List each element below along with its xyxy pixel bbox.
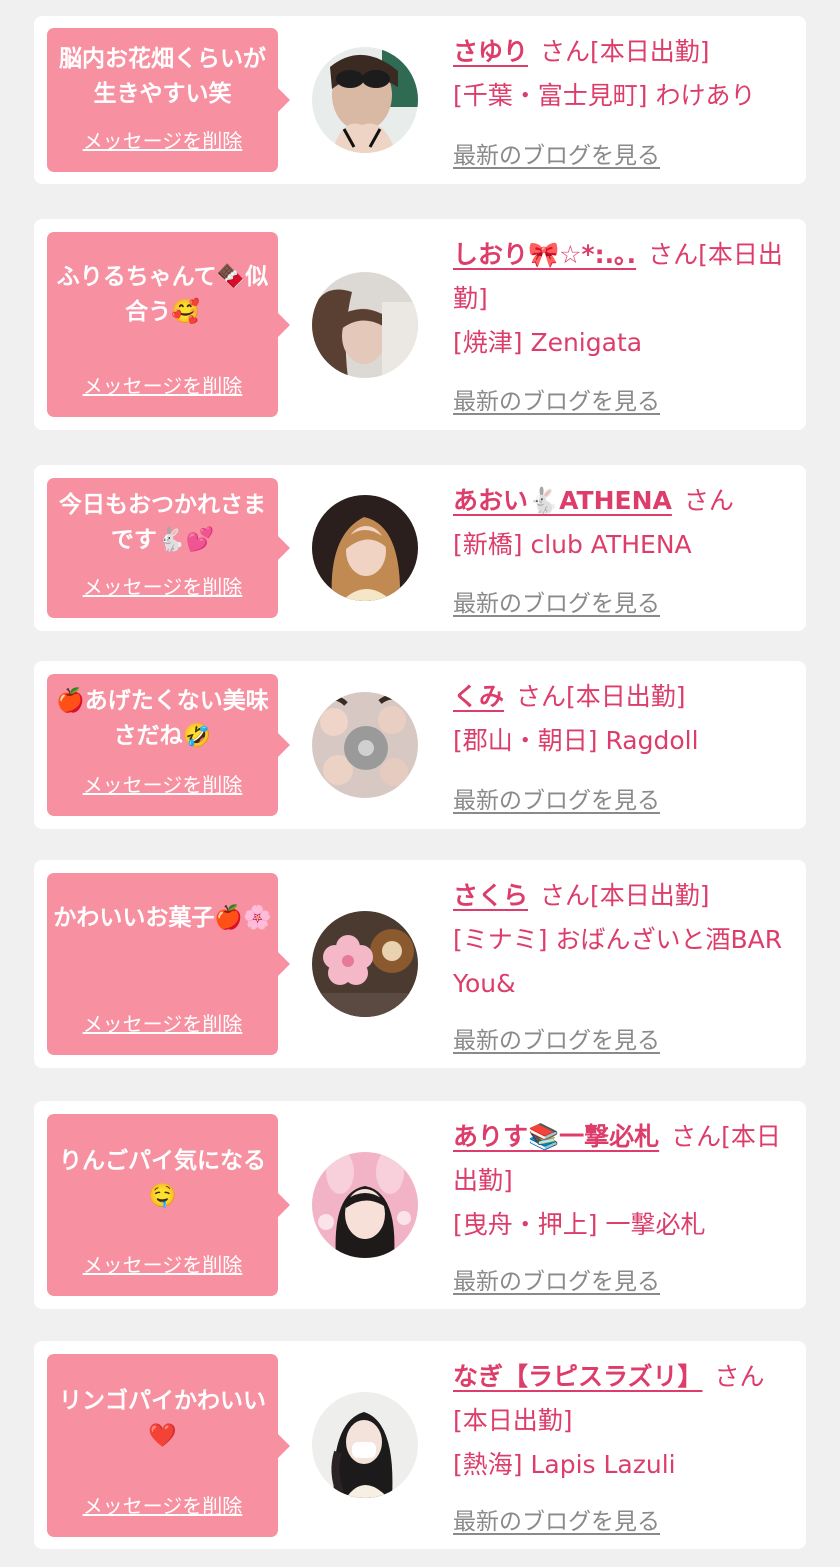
cast-info: ありす📚一撃必札 さん[本日出勤] [曳舟・押上] 一撃必札 (453, 1115, 793, 1247)
cast-info: なぎ【ラピスラズリ】 さん [本日出勤] [熱海] Lapis Lazuli (453, 1355, 793, 1487)
cast-info: あおい🐇ATHENA さん [新橋] club ATHENA (453, 479, 793, 567)
avatar-woman-braid-mask-icon[interactable] (312, 1392, 418, 1498)
status-label: [本日出勤] (590, 37, 710, 66)
name-suffix: さん (516, 682, 567, 711)
status-label: [本日出勤] (453, 1406, 573, 1435)
message-bubble: 🍎あげたくない美味さだね🤣 メッセージを削除 (47, 674, 290, 816)
location-shop: [郡山・朝日] Ragdoll (453, 726, 699, 755)
cast-name-link[interactable]: しおり🎀☆*:.｡. (453, 240, 636, 269)
cast-name-link[interactable]: ありす📚一撃必札 (453, 1122, 659, 1151)
message-text: ふりるちゃんて🍫似合う🥰 (56, 264, 269, 325)
cast-name-link[interactable]: なぎ【ラピスラズリ】 (453, 1362, 703, 1391)
avatar-flower-plush-icon[interactable] (312, 911, 418, 1017)
delete-message-link[interactable]: メッセージを削除 (47, 769, 278, 798)
delete-message-link[interactable]: メッセージを削除 (47, 370, 278, 399)
avatar-woman-soft-focus-icon[interactable] (312, 272, 418, 378)
location-shop: [新橋] club ATHENA (453, 530, 692, 559)
status-label: [本日出勤] (590, 881, 710, 910)
cast-info: さゆり さん[本日出勤] [千葉・富士見町] わけあり (453, 30, 793, 118)
location-shop: [焼津] Zenigata (453, 328, 643, 357)
message-card: 今日もおつかれさまです🐇💕 メッセージを削除 あおい🐇ATHENA さん [新橋]… (34, 465, 806, 631)
message-card: 🍎あげたくない美味さだね🤣 メッセージを削除 くみ さん[本日出勤] [郡山・朝日… (34, 661, 806, 829)
message-card: ふりるちゃんて🍫似合う🥰 メッセージを削除 しおり🎀☆*:.｡. さん[本日出勤]… (34, 219, 806, 430)
delete-message-link[interactable]: メッセージを削除 (47, 571, 278, 600)
delete-message-link[interactable]: メッセージを削除 (47, 1008, 278, 1037)
delete-message-link[interactable]: メッセージを削除 (47, 125, 278, 154)
cast-info: しおり🎀☆*:.｡. さん[本日出勤] [焼津] Zenigata (453, 233, 793, 365)
cast-name-link[interactable]: さゆり (453, 37, 528, 66)
message-card: リンゴパイかわいい❤️ メッセージを削除 なぎ【ラピスラズリ】 さん [本日出勤] … (34, 1341, 806, 1549)
delete-message-link[interactable]: メッセージを削除 (47, 1490, 278, 1519)
message-text: リンゴパイかわいい❤️ (59, 1388, 266, 1449)
latest-blog-link[interactable]: 最新のブログを見る (453, 382, 660, 416)
name-suffix: さん (683, 486, 734, 515)
avatar-group-collage-icon[interactable] (312, 692, 418, 798)
cast-info: くみ さん[本日出勤] [郡山・朝日] Ragdoll (453, 675, 793, 763)
location-shop: [曳舟・押上] 一撃必札 (453, 1210, 706, 1239)
latest-blog-link[interactable]: 最新のブログを見る (453, 1021, 660, 1055)
location-shop: [熱海] Lapis Lazuli (453, 1450, 676, 1479)
avatar-sunglasses-woman-icon[interactable] (312, 47, 418, 153)
name-suffix: さん (714, 1362, 765, 1391)
avatar-bunny-ears-woman-icon[interactable] (312, 1152, 418, 1258)
delete-message-link[interactable]: メッセージを削除 (47, 1249, 278, 1278)
latest-blog-link[interactable]: 最新のブログを見る (453, 136, 660, 170)
cast-info: さくら さん[本日出勤] [ミナミ] おばんざいと酒BAR You& (453, 874, 793, 1006)
message-bubble: かわいいお菓子🍎🌸 メッセージを削除 (47, 873, 290, 1055)
message-card: 脳内お花畑くらいが生きやすい笑 メッセージを削除 さゆり さん[本日出勤] [千葉… (34, 16, 806, 184)
cast-name-link[interactable]: くみ (453, 682, 504, 711)
message-bubble: リンゴパイかわいい❤️ メッセージを削除 (47, 1354, 290, 1537)
message-text: りんごパイ気になる🤤 (59, 1148, 266, 1209)
location-shop: [千葉・富士見町] わけあり (453, 81, 756, 110)
status-label: [本日出勤] (566, 682, 686, 711)
message-list: 脳内お花畑くらいが生きやすい笑 メッセージを削除 さゆり さん[本日出勤] [千葉… (0, 0, 840, 1567)
latest-blog-link[interactable]: 最新のブログを見る (453, 584, 660, 618)
cast-name-link[interactable]: あおい🐇ATHENA (453, 486, 672, 515)
location-shop: [ミナミ] おばんざいと酒BAR You& (453, 925, 783, 998)
cast-name-link[interactable]: さくら (453, 881, 528, 910)
message-text: かわいいお菓子🍎🌸 (53, 905, 272, 931)
message-text: 脳内お花畑くらいが生きやすい笑 (59, 46, 266, 107)
name-suffix: さん (540, 881, 591, 910)
message-bubble: 今日もおつかれさまです🐇💕 メッセージを削除 (47, 478, 290, 618)
avatar-woman-blonde-icon[interactable] (312, 495, 418, 601)
message-text: 今日もおつかれさまです🐇💕 (59, 492, 266, 553)
name-suffix: さん (648, 240, 699, 269)
latest-blog-link[interactable]: 最新のブログを見る (453, 781, 660, 815)
message-text: 🍎あげたくない美味さだね🤣 (56, 688, 269, 749)
name-suffix: さん (540, 37, 591, 66)
message-bubble: 脳内お花畑くらいが生きやすい笑 メッセージを削除 (47, 28, 290, 172)
name-suffix: さん (671, 1122, 722, 1151)
message-card: かわいいお菓子🍎🌸 メッセージを削除 さくら さん[本日出勤] [ミナミ] おば… (34, 860, 806, 1068)
message-card: りんごパイ気になる🤤 メッセージを削除 ありす📚一撃必札 さん[本日出勤] [曳舟… (34, 1101, 806, 1309)
latest-blog-link[interactable]: 最新のブログを見る (453, 1262, 660, 1296)
message-bubble: ふりるちゃんて🍫似合う🥰 メッセージを削除 (47, 232, 290, 417)
message-bubble: りんごパイ気になる🤤 メッセージを削除 (47, 1114, 290, 1296)
latest-blog-link[interactable]: 最新のブログを見る (453, 1502, 660, 1536)
